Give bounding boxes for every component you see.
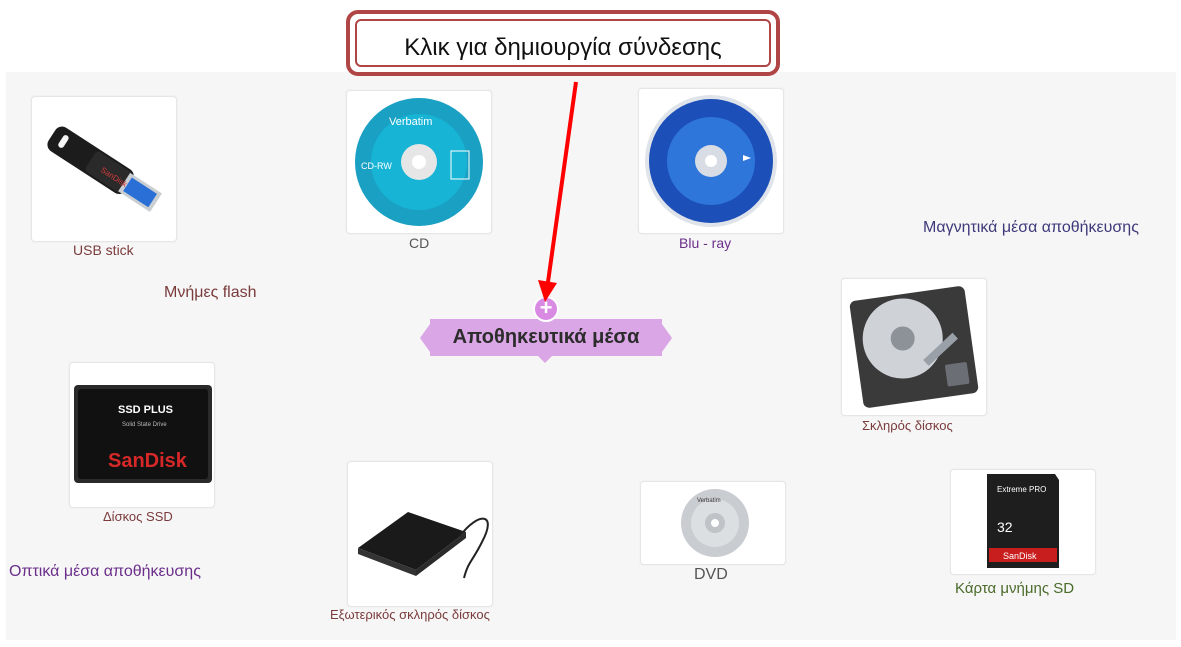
central-topic-bottom-point [538,356,552,363]
cd-image[interactable]: Verbatim CD-RW [346,90,492,234]
add-connection-button[interactable]: + [533,296,559,322]
item-label-hdd: Σκληρός δίσκος [862,418,953,433]
item-label-ssd: Δίσκος SSD [103,509,173,524]
cd-type-text: CD-RW [361,161,392,171]
bluray-image[interactable] [638,88,784,234]
central-topic-left-point [420,324,430,352]
ssd-brand-text: SanDisk [108,450,188,472]
ssd-image[interactable]: SSD PLUS Solid State Drive SanDisk [69,362,215,508]
sd-card-image[interactable]: Extreme PRO 32 SanDisk [950,469,1096,575]
item-label-dvd: DVD [694,566,728,583]
dvd-brand-text: Verbatim [697,498,721,504]
category-flash[interactable]: Μνήμες flash [164,284,257,302]
ssd-line1-text: SSD PLUS [118,404,173,416]
callout-box: Κλικ για δημιουργία σύνδεσης [346,10,780,76]
callout-inner: Κλικ για δημιουργία σύνδεσης [355,19,771,67]
sd-capacity-text: 32 [997,519,1013,535]
ssd-line2-text: Solid State Drive [122,422,167,428]
plus-icon: + [539,295,553,320]
central-topic-right-point [662,324,672,352]
usb-stick-image[interactable]: SanDisk [31,96,177,242]
category-optical[interactable]: Οπτικά μέσα αποθήκευσης [9,563,201,581]
sd-brand-text: SanDisk [1003,551,1037,561]
callout-text: Κλικ για δημιουργία σύνδεσης [404,34,722,61]
category-magnetic[interactable]: Μαγνητικά μέσα αποθήκευσης [923,219,1139,237]
cd-brand-text: Verbatim [389,116,432,128]
item-label-sdcard: Κάρτα μνήμης SD [955,580,1075,597]
item-label-external: Εξωτερικός σκληρός δίσκος [330,607,490,622]
item-label-usb: USB stick [73,242,134,258]
central-topic[interactable]: Αποθηκευτικά μέσα [430,319,662,356]
item-label-bluray: Blu - ray [679,235,732,251]
hard-disk-image[interactable] [841,278,987,416]
central-topic-label: Αποθηκευτικά μέσα [452,326,640,348]
item-label-cd: CD [409,235,430,251]
sd-line1-text: Extreme PRO [997,485,1046,494]
dvd-image[interactable]: Verbatim [640,481,786,565]
external-disk-image[interactable] [347,461,493,607]
